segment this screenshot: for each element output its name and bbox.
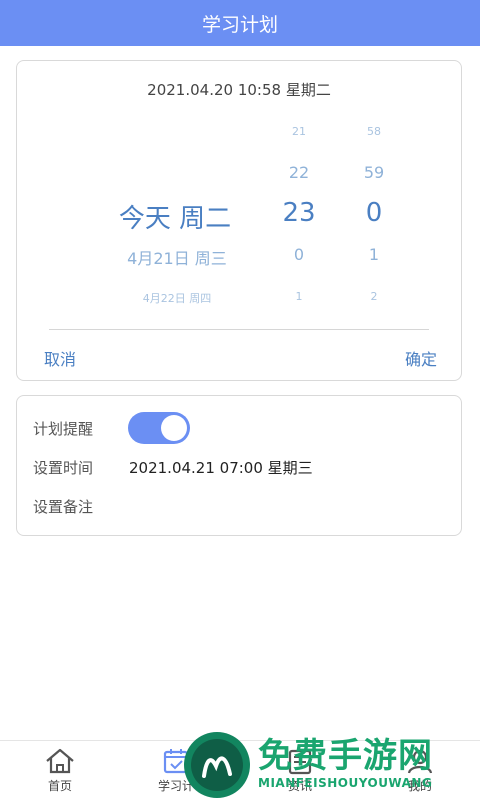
reminder-toggle[interactable] [128, 412, 190, 444]
picker-minute-option[interactable]: 59 [344, 163, 404, 182]
watermark-subtitle: MIANFEISHOUYOUWANG [258, 776, 433, 790]
picker-minute-selected[interactable]: 0 [344, 198, 404, 228]
confirm-button[interactable]: 确定 [405, 346, 437, 370]
picker-hour-option[interactable]: 21 [269, 125, 329, 138]
reminder-label: 计划提醒 [33, 420, 94, 438]
tab-home[interactable]: 首页 [12, 741, 108, 801]
picker-hour-option[interactable]: 22 [269, 163, 329, 182]
picker-day-option[interactable]: 4月21日 周三 [97, 245, 257, 269]
picker-minute-option[interactable]: 58 [344, 125, 404, 138]
note-label[interactable]: 设置备注 [33, 496, 93, 517]
picker-day-selected[interactable]: 今天 周二 [95, 198, 255, 235]
picker-hour-option[interactable]: 0 [269, 245, 329, 264]
time-label: 设置时间 [33, 459, 94, 477]
cancel-button[interactable]: 取消 [44, 346, 76, 370]
page-title: 学习计划 [201, 13, 278, 36]
watermark-title: 免费手游网 [258, 736, 433, 776]
picker-hour-option[interactable]: 1 [269, 290, 329, 303]
picker-minute-option[interactable]: 1 [344, 245, 404, 264]
picker-minute-option[interactable]: 2 [344, 290, 404, 303]
picker-hour-selected[interactable]: 23 [269, 198, 329, 228]
header-bar: 学习计划 [0, 0, 480, 46]
picker-divider [49, 329, 429, 330]
plan-settings-card: 计划提醒 设置时间 2021.04.21 07:00 星期三 设置备注 [16, 395, 462, 536]
datetime-picker[interactable]: 2021.04.20 10:58 星期二 今天 周二 4月21日 周三 4月22… [16, 60, 462, 381]
home-icon [46, 748, 74, 774]
toggle-knob [161, 415, 187, 441]
picker-day-option[interactable]: 4月22日 周四 [107, 290, 247, 306]
watermark-logo [184, 732, 250, 798]
tab-home-label: 首页 [47, 779, 72, 793]
watermark-m-icon [202, 756, 232, 778]
time-value[interactable]: 2021.04.21 07:00 星期三 [129, 457, 313, 478]
picker-current-datetime: 2021.04.20 10:58 星期二 [147, 81, 331, 99]
